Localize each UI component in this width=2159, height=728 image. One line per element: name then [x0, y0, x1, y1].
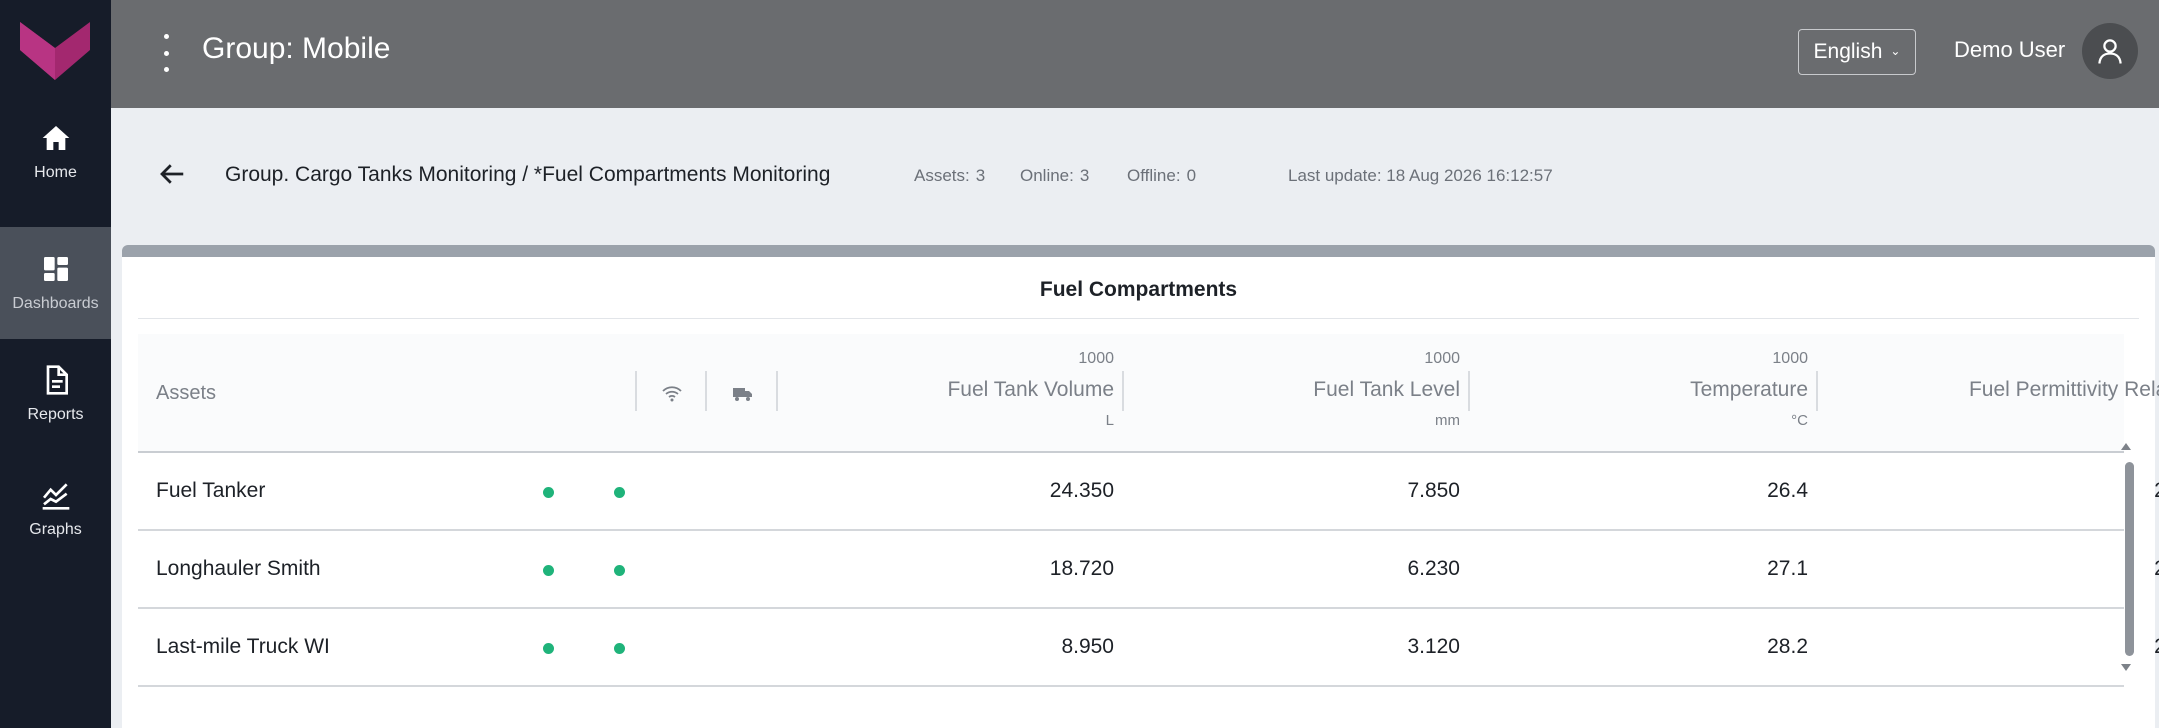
sidebar-item-dashboards[interactable]: Dashboards [0, 227, 111, 339]
fuel-tank-level-value: 6.230 [1407, 557, 1460, 580]
table-row[interactable]: Fuel Tanker 24.350 7.850 26.4 2.10 [138, 453, 2159, 531]
sidebar: Home Dashboards Reports Graphs [0, 0, 111, 728]
assets-label: Assets: [914, 166, 970, 185]
online-status-dot [543, 565, 554, 576]
column-header-fuel-tank-volume[interactable]: 1000 Fuel Tank Volume L [778, 334, 1114, 453]
widget-title: Fuel Compartments [1039, 278, 1238, 301]
asset-name: Last-mile Truck WI [156, 635, 330, 658]
avatar[interactable] [2082, 23, 2138, 79]
back-arrow-icon[interactable] [157, 159, 187, 189]
user-name: Demo User [1954, 37, 2066, 62]
offline-label: Offline: [1127, 166, 1181, 185]
column-divider [635, 371, 637, 411]
truck-icon [733, 388, 752, 401]
sidebar-item-reports[interactable]: Reports [0, 338, 111, 450]
assets-value: 3 [975, 166, 986, 185]
sidebar-item-label: Graphs [29, 521, 82, 538]
column-name: Fuel Permittivity Relative [1968, 378, 2159, 401]
dashboard-icon [43, 257, 68, 281]
column-name: Fuel Tank Level [1313, 378, 1460, 401]
page-title: Group: Mobile [202, 32, 391, 65]
temperature-value: 28.2 [1767, 635, 1808, 658]
sidebar-item-label: Home [34, 164, 77, 181]
breadcrumb: Group. Cargo Tanks Monitoring / *Fuel Co… [225, 163, 831, 186]
column-divider [1468, 371, 1470, 411]
column-header-temperature[interactable]: 1000 Temperature °C [1474, 334, 1808, 453]
sidebar-item-label: Reports [27, 406, 84, 423]
temperature-value: 27.1 [1767, 557, 1808, 580]
more-vertical-icon[interactable] [159, 34, 173, 72]
asset-name: Longhauler Smith [156, 557, 321, 580]
offline-value: 0 [1186, 166, 1197, 185]
column-unit: mm [1435, 412, 1460, 429]
online-label: Online: [1020, 166, 1074, 185]
language-value: English [1813, 40, 1883, 63]
language-select[interactable]: English ⌄ [1798, 29, 1916, 75]
home-icon [42, 126, 69, 150]
column-name: Fuel Tank Volume [947, 378, 1114, 401]
brand-logo [20, 22, 90, 80]
report-icon [46, 365, 68, 395]
column-divider [705, 371, 707, 411]
column-unit: °C [1791, 412, 1808, 429]
last-update: Last update: 18 Aug 2026 16:12:57 [1288, 166, 1553, 185]
fuel-compartments-widget: Fuel Compartments Assets 1000 Fuel Tank … [122, 245, 2159, 728]
temperature-value: 26.4 [1767, 479, 1808, 502]
online-status-dot [543, 487, 554, 498]
column-header-fuel-tank-level[interactable]: 1000 Fuel Tank Level mm [1128, 334, 1460, 453]
column-name: Temperature [1690, 378, 1808, 401]
column-header-fuel-permittivity[interactable]: 1000 Fuel Permittivity Relative - [1822, 334, 2159, 453]
fuel-tank-volume-value: 24.350 [1049, 479, 1114, 502]
user-icon [2098, 39, 2122, 64]
moving-status-dot [614, 643, 625, 654]
assets-count: Assets: 3 [914, 166, 985, 186]
moving-status-dot [614, 565, 625, 576]
scrollbar-thumb[interactable] [2125, 462, 2134, 656]
column-scale: 1000 [1772, 350, 1808, 367]
online-value: 3 [1079, 166, 1090, 185]
column-scale: 1000 [1078, 350, 1114, 367]
chevron-down-icon: ⌄ [1890, 44, 1901, 58]
sidebar-item-home[interactable]: Home [0, 96, 111, 208]
column-unit: L [1105, 412, 1114, 429]
scroll-up-arrow[interactable] [2121, 443, 2131, 450]
fuel-tank-level-value: 7.850 [1407, 479, 1460, 502]
permittivity-value: 2.05 [1822, 635, 2159, 659]
fuel-tank-level-value: 3.120 [1407, 635, 1460, 658]
sidebar-item-label: Dashboards [12, 295, 99, 312]
column-divider [1122, 371, 1124, 411]
column-divider [1816, 371, 1818, 411]
table-header: Assets 1000 Fuel Tank Volume L 1000 Fuel… [138, 334, 2159, 453]
moving-status-dot [614, 487, 625, 498]
permittivity-value: 2.08 [1822, 557, 2159, 581]
column-scale: 1000 [1424, 350, 1460, 367]
online-count: Online: 3 [1020, 166, 1089, 186]
permittivity-value: 2.10 [1822, 479, 2159, 503]
sidebar-item-graphs[interactable]: Graphs [0, 453, 111, 565]
graph-icon [42, 483, 69, 510]
offline-count: Offline: 0 [1127, 166, 1196, 186]
online-status-dot [543, 643, 554, 654]
column-header-assets[interactable]: Assets [156, 334, 216, 453]
top-bar: Group: Mobile English ⌄ Demo User [111, 0, 2159, 108]
fuel-tank-volume-value: 18.720 [1049, 557, 1114, 580]
divider [138, 318, 2139, 319]
fuel-tank-volume-value: 8.950 [1061, 635, 1114, 658]
wifi-icon [662, 386, 682, 402]
scroll-down-arrow[interactable] [2121, 664, 2131, 671]
asset-name: Fuel Tanker [156, 479, 266, 502]
table-row[interactable]: Last-mile Truck WI 8.950 3.120 28.2 2.05 [138, 609, 2159, 687]
table-row[interactable]: Longhauler Smith 18.720 6.230 27.1 2.08 [138, 531, 2159, 609]
